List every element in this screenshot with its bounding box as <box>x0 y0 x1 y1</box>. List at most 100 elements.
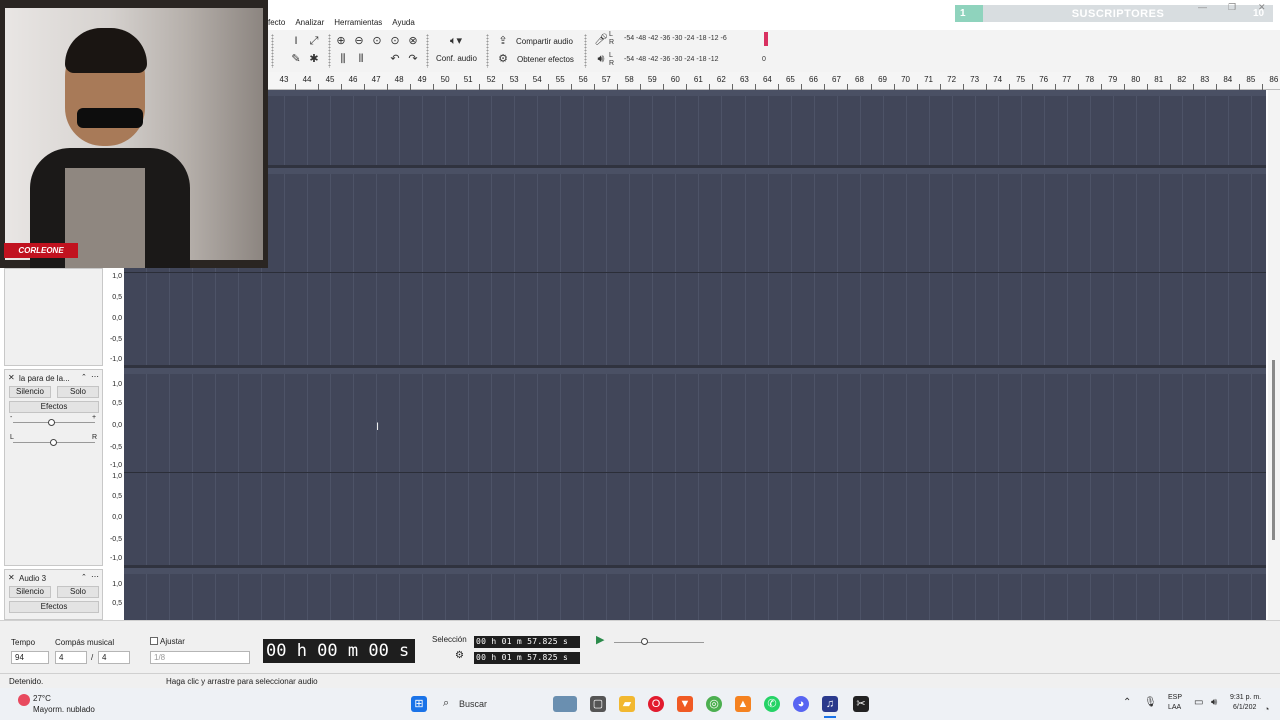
file-explorer-icon[interactable]: ▰ <box>619 696 635 712</box>
toolbar-grip[interactable] <box>271 34 274 68</box>
gain-knob[interactable] <box>48 419 55 426</box>
track-menu-icon[interactable]: ⋯ <box>91 372 99 381</box>
clip-header[interactable] <box>124 368 1266 374</box>
zoom-out-icon[interactable]: ⊖ <box>351 33 367 49</box>
toolbar-grip[interactable] <box>584 34 587 68</box>
time-signature-numerator[interactable]: 4 <box>55 651 87 664</box>
clock-time[interactable]: 9:31 p. m. <box>1230 694 1261 701</box>
toolbar-grip[interactable] <box>426 34 429 68</box>
menu-help[interactable]: Ayuda <box>392 18 415 27</box>
playback-speed-slider[interactable] <box>614 642 704 643</box>
widgets-icon[interactable] <box>553 696 577 712</box>
task-view-icon[interactable]: ▢ <box>590 696 606 712</box>
close-track-icon[interactable]: ✕ <box>8 373 15 382</box>
snap-checkbox[interactable] <box>150 637 158 645</box>
audacity-icon[interactable]: ♫ <box>822 696 838 712</box>
record-meter[interactable]: -54 -48 -42 -36 -30 -24 -18 -12 -6 <box>624 35 727 42</box>
vlc-icon[interactable]: ▲ <box>735 696 751 712</box>
snap-select[interactable]: 1/8 <box>150 651 250 664</box>
playback-meter[interactable]: -54 -48 -42 -36 -30 -24 -18 -12 <box>624 56 719 63</box>
share-audio-button[interactable]: Compartir audio <box>516 37 573 46</box>
selection-settings-icon[interactable]: ⚙︎ <box>455 650 464 661</box>
selection-tool-icon[interactable]: I <box>288 33 304 49</box>
windows-start-icon[interactable]: ⊞ <box>411 696 427 712</box>
menu-analyze[interactable]: Analizar <box>295 18 324 27</box>
maximize-icon[interactable]: ❐ <box>1228 2 1236 13</box>
time-signature-denominator[interactable]: 4 <box>98 651 130 664</box>
weather-icon[interactable] <box>18 694 30 706</box>
collapse-track-icon[interactable]: ⌃ <box>81 373 87 381</box>
playback-speed-knob[interactable] <box>641 638 648 645</box>
capcut-icon[interactable]: ✂ <box>853 696 869 712</box>
collapse-track-icon[interactable]: ⌃ <box>81 573 87 581</box>
playback-meter-icon[interactable]: 🔊︎ <box>593 51 609 67</box>
track-controls-2[interactable]: ✕ la para de la... ⌃ ⋯ Silencio Solo Efe… <box>4 369 103 566</box>
solo-button[interactable]: Solo <box>57 386 99 398</box>
clip-header[interactable] <box>124 90 1266 96</box>
share-audio-icon[interactable]: ⇪ <box>495 33 511 49</box>
selection-start[interactable]: 00 h 01 m 57.825 s <box>474 636 580 648</box>
track-name[interactable]: Audio 3 <box>19 574 46 583</box>
multi-tool-icon[interactable]: ✱ <box>306 51 322 67</box>
track-name[interactable]: la para de la... <box>19 374 70 383</box>
lang-primary[interactable]: ESP <box>1168 694 1182 701</box>
zoom-in-icon[interactable]: ⊕ <box>333 33 349 49</box>
search-icon[interactable]: ⌕ <box>443 697 449 710</box>
clip-header[interactable] <box>124 568 1266 574</box>
fit-project-icon[interactable]: ⊙ <box>387 33 403 49</box>
clip-header[interactable] <box>124 168 1266 174</box>
effects-button[interactable]: Efectos <box>9 401 99 413</box>
volume-icon[interactable]: 🔊︎ <box>1211 697 1217 708</box>
lang-secondary[interactable]: LAA <box>1168 704 1181 711</box>
tray-chevron-icon[interactable]: ⌃ <box>1123 697 1131 708</box>
timeline-ruler[interactable]: 43 44 45 46 47 48 49 50 51 52 53 54 55 56 57 58 59 60 61 62… <box>268 72 1280 90</box>
network-icon[interactable]: ▭ <box>1194 697 1203 708</box>
mute-button[interactable]: Silencio <box>9 386 51 398</box>
vertical-scrollbar[interactable] <box>1268 90 1280 620</box>
audio-setup-icon[interactable]: 🔈︎▾ <box>444 33 468 49</box>
mute-button[interactable]: Silencio <box>9 586 51 598</box>
track-controls-3[interactable]: ✕ Audio 3 ⌃ ⋯ Silencio Solo Efectos <box>4 569 103 620</box>
selection-end[interactable]: 00 h 01 m 57.825 s <box>474 652 580 664</box>
audio-setup-label[interactable]: Conf. audio <box>436 54 477 63</box>
solo-button[interactable]: Solo <box>57 586 99 598</box>
discord-icon[interactable]: ◕ <box>793 696 809 712</box>
fit-selection-icon[interactable]: ⊙ <box>369 33 385 49</box>
scrollbar-thumb[interactable] <box>1272 360 1275 540</box>
tempo-input[interactable]: 94 <box>11 651 49 664</box>
track-menu-icon[interactable]: ⋯ <box>91 572 99 581</box>
track-controls-1[interactable] <box>4 268 103 366</box>
minimize-icon[interactable]: — <box>1198 2 1207 12</box>
effects-button[interactable]: Efectos <box>9 601 99 613</box>
close-icon[interactable]: ✕ <box>1258 2 1266 13</box>
undo-icon[interactable]: ↶ <box>387 51 403 67</box>
play-at-speed-icon[interactable]: ▶ <box>596 633 604 646</box>
menu-tools[interactable]: Herramientas <box>334 18 382 27</box>
effects-icon[interactable]: ⚙︎ <box>495 51 511 67</box>
menu-effect[interactable]: fecto <box>268 18 285 27</box>
close-track-icon[interactable]: ✕ <box>8 573 15 582</box>
brave-icon[interactable]: ▼ <box>677 696 693 712</box>
get-effects-button[interactable]: Obtener efectos <box>517 55 574 64</box>
chrome-icon[interactable]: ◎ <box>706 696 722 712</box>
mic-icon[interactable]: 🎙︎ <box>1144 697 1157 708</box>
trim-icon[interactable]: ⫼ <box>335 51 351 67</box>
taskbar-search[interactable]: Buscar <box>459 699 487 709</box>
envelope-tool-icon[interactable]: ⤢ <box>306 33 322 49</box>
time-display[interactable]: 00 h 00 m 00 s <box>263 639 415 663</box>
toolbar-grip[interactable] <box>486 34 489 68</box>
whatsapp-icon[interactable]: ✆ <box>764 696 780 712</box>
zoom-toggle-icon[interactable]: ⊗ <box>405 33 421 49</box>
toolbar-grip[interactable] <box>328 34 331 68</box>
weather-desc[interactable]: Mayorm. nublado <box>33 705 95 714</box>
record-meter-icon[interactable]: 🎤︎ <box>593 32 609 48</box>
ruler-tick-label: 51 <box>463 75 473 84</box>
weather-temp[interactable]: 27°C <box>33 694 51 703</box>
notification-icon[interactable]: ◔ <box>1264 704 1269 714</box>
draw-tool-icon[interactable]: ✎ <box>288 51 304 67</box>
pan-knob[interactable] <box>50 439 57 446</box>
silence-icon[interactable]: ⫴ <box>353 51 369 67</box>
redo-icon[interactable]: ↷ <box>405 51 421 67</box>
clock-date[interactable]: 6/1/202 <box>1233 704 1256 711</box>
opera-icon[interactable]: O <box>648 696 664 712</box>
